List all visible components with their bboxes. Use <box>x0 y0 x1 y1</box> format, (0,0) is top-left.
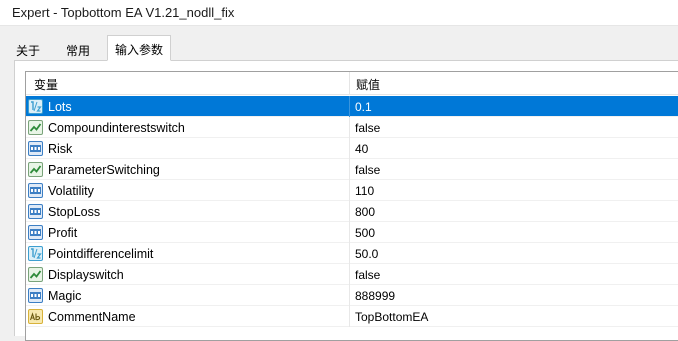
tab-common[interactable]: 常用 <box>58 36 98 60</box>
tab-bar: 关于 常用 输入参数 <box>8 35 668 61</box>
table-row[interactable]: Pointdifferencelimit 50.0 <box>26 243 678 264</box>
grid-rows: Lots 0.1 Compoundinterestswitch false Risk 40… <box>26 96 678 327</box>
parameter-name: Volatility <box>48 184 94 198</box>
column-separator <box>349 159 350 180</box>
parameter-value[interactable]: false <box>355 163 380 177</box>
column-separator <box>349 264 350 285</box>
int-icon <box>28 183 43 198</box>
parameter-name: CommentName <box>48 310 136 324</box>
tab-panel: 变量 赋值 Lots 0.1 Compoundinterestswitch false… <box>14 60 678 341</box>
table-row[interactable]: Magic 888999 <box>26 285 678 306</box>
column-separator <box>349 117 350 138</box>
title-bar: Expert - Topbottom EA V1.21_nodll_fix <box>0 0 678 26</box>
parameter-name: Lots <box>48 100 72 114</box>
parameter-value[interactable]: 50.0 <box>355 247 378 261</box>
column-separator <box>349 201 350 222</box>
table-row[interactable]: ParameterSwitching false <box>26 159 678 180</box>
int-icon <box>28 141 43 156</box>
tab-about[interactable]: 关于 <box>8 36 48 60</box>
parameter-name: StopLoss <box>48 205 101 219</box>
column-separator <box>349 306 350 327</box>
table-row[interactable]: Lots 0.1 <box>26 96 678 117</box>
double-icon <box>28 246 43 261</box>
parameter-value[interactable]: 800 <box>355 205 375 219</box>
bool-icon <box>28 120 43 135</box>
column-divider[interactable] <box>349 72 350 94</box>
int-icon <box>28 288 43 303</box>
column-header-variable[interactable]: 变量 <box>34 76 58 93</box>
parameter-name: Magic <box>48 289 82 303</box>
column-separator <box>349 180 350 201</box>
table-row[interactable]: StopLoss 800 <box>26 201 678 222</box>
parameter-value[interactable]: 110 <box>355 184 374 198</box>
grid-header: 变量 赋值 <box>26 72 678 95</box>
column-separator <box>349 285 350 306</box>
parameter-name: Profit <box>48 226 78 240</box>
parameter-value[interactable]: false <box>355 121 380 135</box>
column-separator <box>349 138 350 159</box>
table-row[interactable]: Risk 40 <box>26 138 678 159</box>
parameter-name: Displayswitch <box>48 268 124 282</box>
parameter-name: ParameterSwitching <box>48 163 160 177</box>
parameter-value[interactable]: 888999 <box>355 289 395 303</box>
double-icon <box>28 99 43 114</box>
window-title: Expert - Topbottom EA V1.21_nodll_fix <box>12 5 235 20</box>
table-row[interactable]: Profit 500 <box>26 222 678 243</box>
parameter-name: Compoundinterestswitch <box>48 121 185 135</box>
int-icon <box>28 204 43 219</box>
parameter-value[interactable]: false <box>355 268 380 282</box>
bool-icon <box>28 267 43 282</box>
string-icon <box>28 309 43 324</box>
table-row[interactable]: CommentName TopBottomEA <box>26 306 678 327</box>
table-row[interactable]: Displayswitch false <box>26 264 678 285</box>
tab-inputs[interactable]: 输入参数 <box>107 35 172 61</box>
parameter-name: Pointdifferencelimit <box>48 247 154 261</box>
column-separator <box>349 96 350 117</box>
parameter-value[interactable]: 0.1 <box>355 100 372 114</box>
parameter-value[interactable]: 500 <box>355 226 375 240</box>
column-header-value[interactable]: 赋值 <box>356 76 380 93</box>
int-icon <box>28 225 43 240</box>
column-separator <box>349 222 350 243</box>
parameters-grid: 变量 赋值 Lots 0.1 Compoundinterestswitch false… <box>25 71 678 341</box>
parameter-value[interactable]: TopBottomEA <box>355 310 428 324</box>
table-row[interactable]: Volatility 110 <box>26 180 678 201</box>
table-row[interactable]: Compoundinterestswitch false <box>26 117 678 138</box>
column-separator <box>349 243 350 264</box>
bool-icon <box>28 162 43 177</box>
parameter-name: Risk <box>48 142 73 156</box>
parameter-value[interactable]: 40 <box>355 142 368 156</box>
